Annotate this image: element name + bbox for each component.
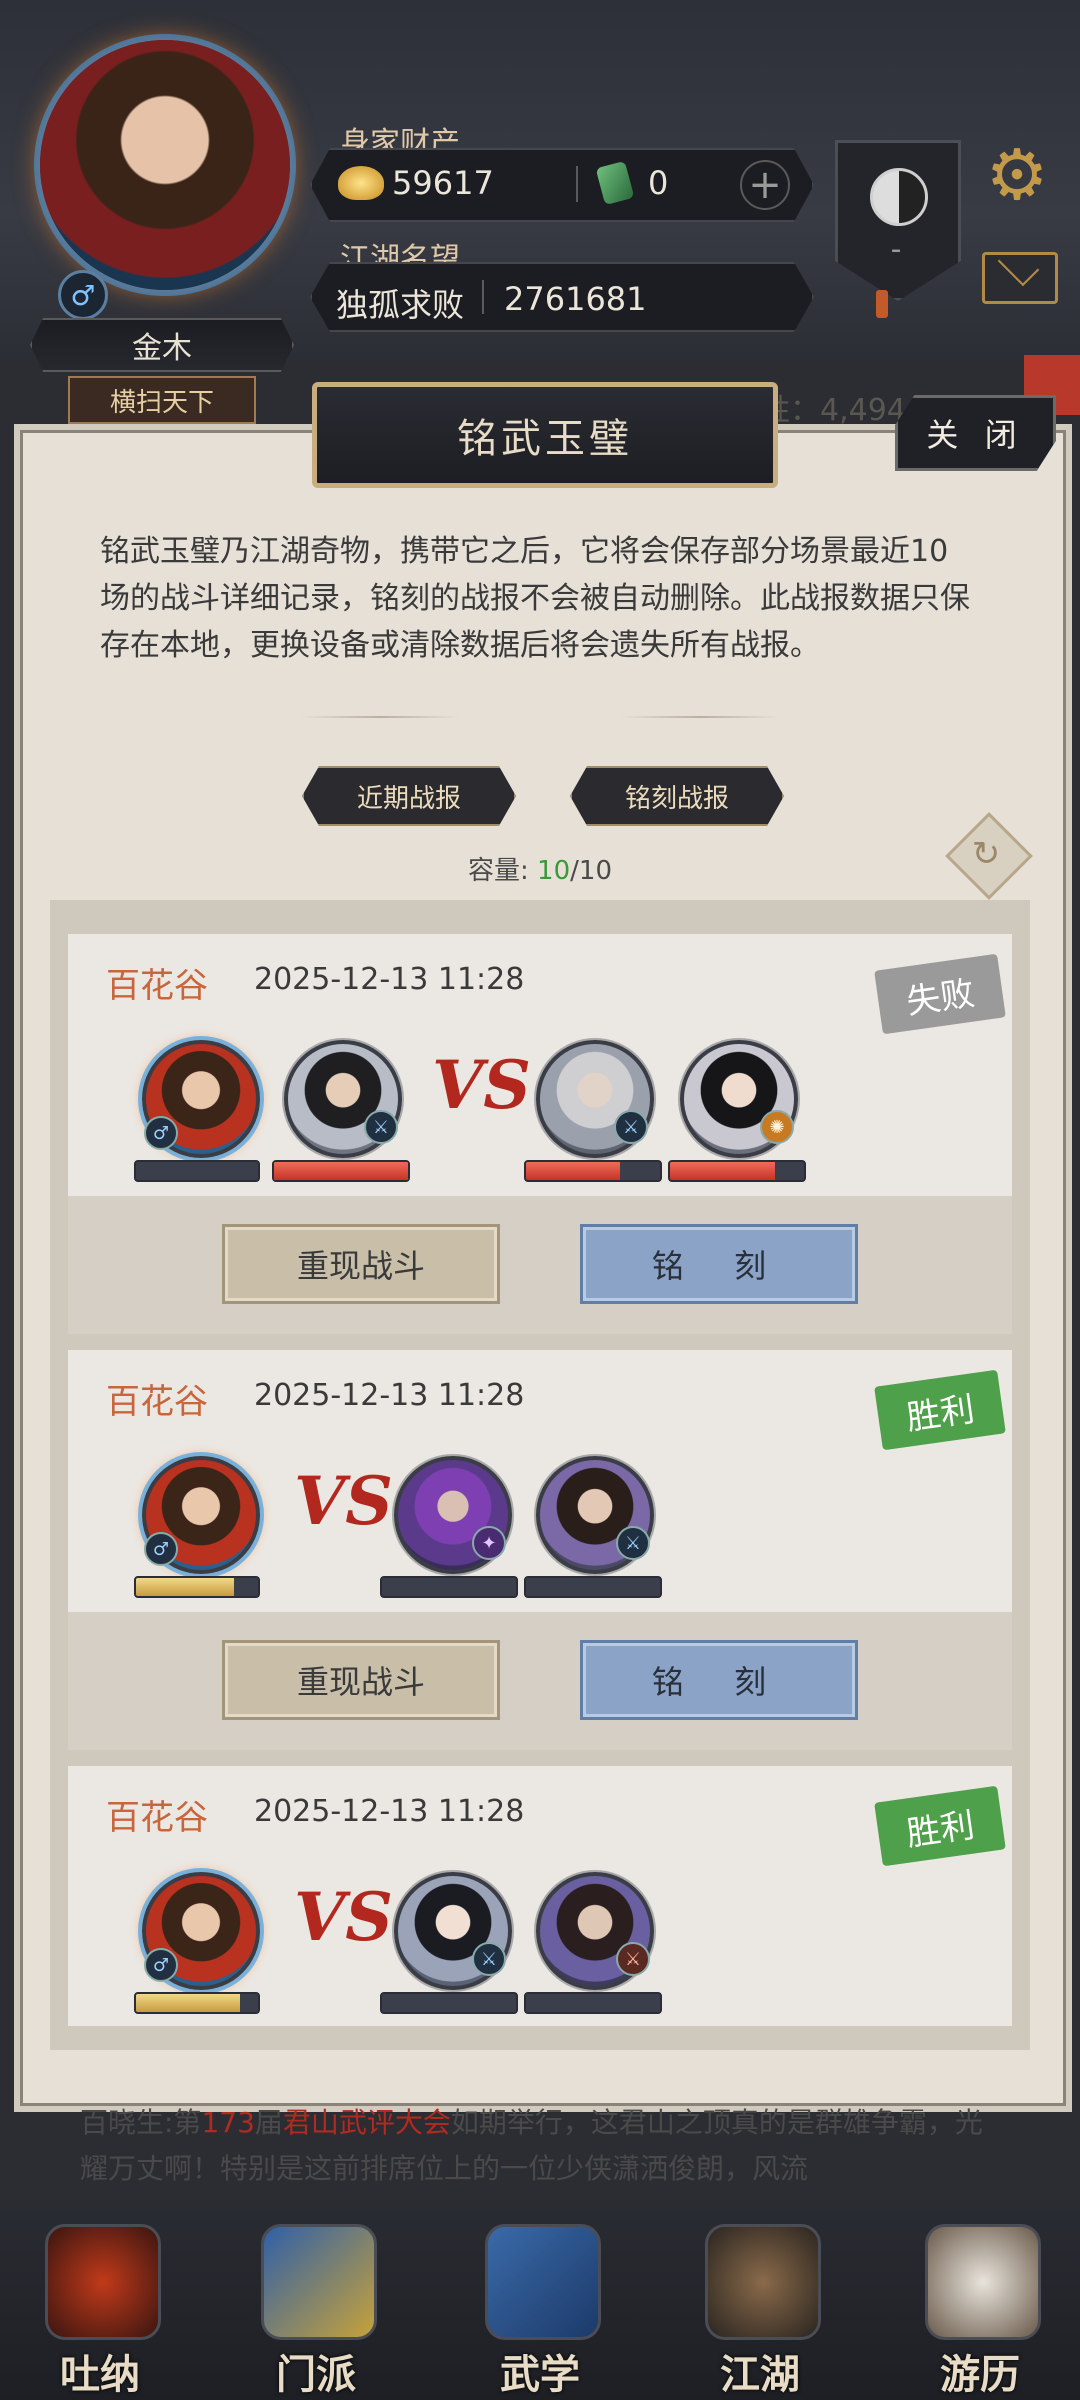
reputation-title: 独孤求败 — [336, 286, 465, 324]
player-title: 横扫天下 — [68, 376, 256, 424]
capacity-current: 10 — [537, 856, 571, 886]
modal-title: 铭武玉璧 — [312, 382, 778, 488]
ornament-divider — [620, 716, 780, 718]
gold-ingot-icon — [338, 166, 384, 200]
nav-label: 游历 — [940, 2351, 1020, 2398]
blade-icon: ⚔ — [616, 1942, 650, 1976]
health-fill — [274, 1162, 408, 1180]
health-bar — [380, 1992, 518, 2014]
male-icon: ♂ — [58, 270, 108, 320]
engrave-button[interactable]: 铭 刻 — [580, 1640, 858, 1720]
nav-item-jianghu[interactable]: 江湖 — [680, 2204, 840, 2398]
scroll-book-icon — [485, 2224, 601, 2340]
news-number: 173 — [201, 2106, 255, 2139]
sect-flag-icon — [261, 2224, 377, 2340]
poison-icon: ✦ — [472, 1526, 506, 1560]
news-event: 君山武评大会 — [282, 2106, 451, 2139]
horse-icon — [925, 2224, 1041, 2340]
capacity-indicator: 容量: 10/10 — [440, 850, 640, 887]
record-time: 2025-12-13 11:28 — [254, 1794, 525, 1829]
news-prefix: 百晓生:第 — [80, 2106, 202, 2139]
bottom-navigation: 吐纳 门派 武学 江湖 游历 — [0, 2200, 1080, 2400]
sword-icon: ⚔ — [614, 1110, 648, 1144]
vs-label: VS — [294, 1462, 393, 1540]
gear-icon[interactable]: ⚙ — [982, 140, 1052, 210]
news-ticker: 百晓生:第173届君山武评大会如期举行，这君山之顶真的是群雄争霸，光耀万丈啊！特… — [80, 2100, 1000, 2192]
health-fill — [136, 1578, 234, 1596]
modal-description: 铭武玉璧乃江湖奇物，携带它之后，它将会保存部分场景最近10场的战斗详细记录，铭刻… — [100, 534, 970, 663]
health-bar — [134, 1992, 260, 2014]
nav-item-travel[interactable]: 游历 — [900, 2204, 1060, 2398]
vs-label: VS — [294, 1878, 393, 1956]
health-fill — [670, 1162, 775, 1180]
yin-yang-icon — [870, 168, 928, 226]
battle-record-card: 百花谷 2025-12-13 11:28 失败 ♂ ⚔ VS ⚔ ✺ 重现战斗 … — [68, 934, 1012, 1334]
ornament-divider — [300, 716, 460, 718]
record-location: 百花谷 — [106, 1382, 208, 1422]
record-actions — [68, 1612, 1012, 1750]
vs-label: VS — [432, 1046, 531, 1124]
sword-icon: ⚔ — [364, 1110, 398, 1144]
add-currency-button[interactable]: + — [740, 160, 790, 210]
wealth-bar — [310, 148, 814, 222]
male-icon: ♂ — [144, 1532, 178, 1566]
meditation-icon — [45, 2224, 161, 2340]
record-location: 百花谷 — [106, 1798, 208, 1838]
capacity-label: 容量: — [468, 856, 529, 886]
health-fill — [136, 1994, 240, 2012]
sword-icon: ⚔ — [616, 1526, 650, 1560]
record-actions — [68, 1196, 1012, 1334]
player-name: 金木 — [30, 318, 294, 372]
news-mid: 届 — [254, 2106, 283, 2139]
record-time: 2025-12-13 11:28 — [254, 962, 525, 997]
divider — [576, 166, 578, 202]
nav-label: 武学 — [500, 2351, 580, 2398]
health-bar — [380, 1576, 518, 1598]
refresh-icon: ↻ — [971, 834, 1001, 874]
divider — [482, 280, 484, 314]
mail-icon[interactable] — [982, 252, 1058, 304]
tab-engraved-reports[interactable]: 铭刻战报 — [570, 766, 784, 826]
nav-item-sect[interactable]: 门派 — [236, 2204, 396, 2398]
battle-record-card: 百花谷 2025-12-13 11:28 胜利 ♂ VS ✦ ⚔ 重现战斗 铭 … — [68, 1350, 1012, 1750]
engrave-button[interactable]: 铭 刻 — [580, 1224, 858, 1304]
tab-recent-reports[interactable]: 近期战报 — [302, 766, 516, 826]
battle-record-card: 百花谷 2025-12-13 11:28 胜利 ♂ VS ⚔ ⚔ — [68, 1766, 1012, 2026]
nav-label: 吐纳 — [60, 2351, 140, 2398]
nav-label: 江湖 — [720, 2351, 800, 2398]
sword-icon: ⚔ — [472, 1942, 506, 1976]
health-bar — [524, 1992, 662, 2014]
male-icon: ♂ — [144, 1116, 178, 1150]
health-fill — [526, 1162, 620, 1180]
health-bar — [524, 1576, 662, 1598]
flame-icon: ✺ — [760, 1110, 794, 1144]
health-bar — [272, 1160, 410, 1182]
health-bar — [668, 1160, 806, 1182]
nav-label: 门派 — [276, 2351, 356, 2398]
health-bar — [524, 1160, 662, 1182]
reputation-value: 2761681 — [504, 280, 647, 318]
male-icon: ♂ — [144, 1948, 178, 1982]
close-button[interactable]: 关 闭 — [895, 395, 1056, 471]
replay-battle-button[interactable]: 重现战斗 — [222, 1640, 500, 1720]
background-stat: 胜：4,494 — [760, 393, 906, 428]
health-bar — [134, 1160, 260, 1182]
health-bar — [134, 1576, 260, 1598]
capacity-max: /10 — [570, 856, 612, 886]
nav-item-tuna[interactable]: 吐纳 — [20, 2204, 180, 2398]
nav-item-martial-arts[interactable]: 武学 — [460, 2204, 620, 2398]
gold-amount: 59617 — [392, 164, 494, 202]
emblem-text: - — [890, 232, 902, 267]
player-avatar[interactable] — [40, 40, 290, 290]
straw-hat-icon — [705, 2224, 821, 2340]
tassel-icon — [876, 290, 888, 318]
record-time: 2025-12-13 11:28 — [254, 1378, 525, 1413]
record-location: 百花谷 — [106, 966, 208, 1006]
replay-battle-button[interactable]: 重现战斗 — [222, 1224, 500, 1304]
jade-amount: 0 — [648, 164, 669, 202]
